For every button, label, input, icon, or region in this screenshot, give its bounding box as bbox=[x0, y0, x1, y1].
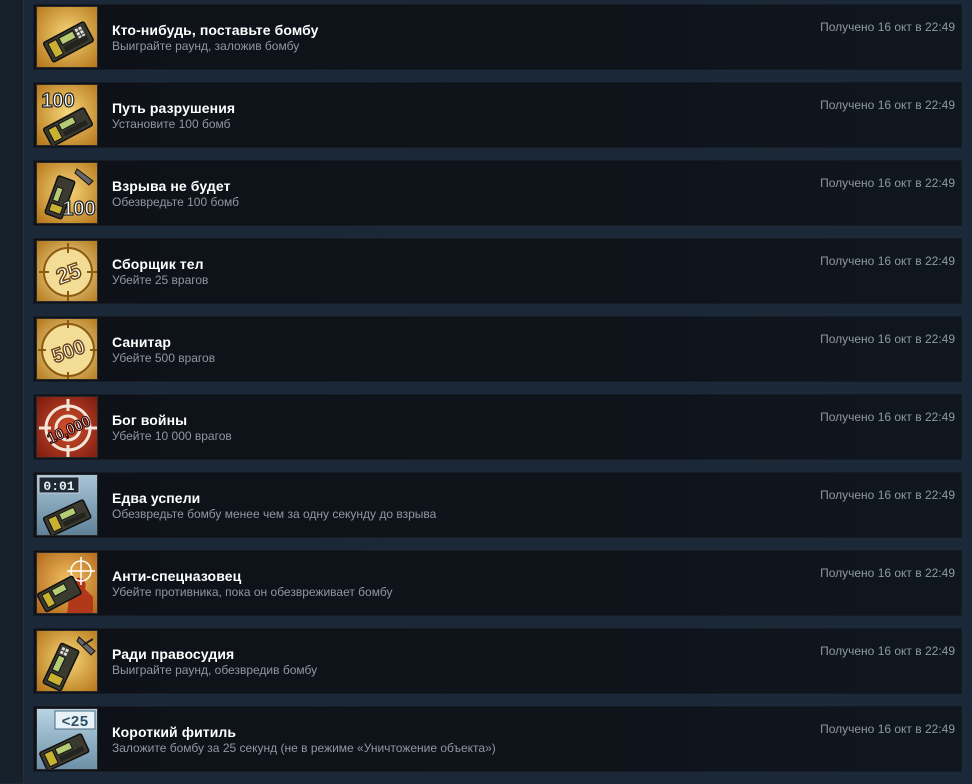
badge-label: 0:01 bbox=[43, 479, 74, 494]
achievement-title: Анти-спецназовец bbox=[112, 568, 242, 584]
achievement-title: Короткий фитиль bbox=[112, 724, 237, 740]
achievement-row[interactable]: Кто-нибудь, поставьте бомбу Выиграйте ра… bbox=[33, 4, 962, 70]
achievement-unlock-date: Получено 16 окт в 22:49 bbox=[820, 488, 955, 502]
achievement-unlock-date: Получено 16 окт в 22:49 bbox=[820, 98, 955, 112]
achievement-unlock-date: Получено 16 окт в 22:49 bbox=[820, 644, 955, 658]
achievements-page: Кто-нибудь, поставьте бомбу Выиграйте ра… bbox=[0, 0, 972, 783]
achievement-description: Убейте 500 врагов bbox=[112, 351, 216, 365]
left-rail bbox=[0, 0, 24, 783]
achievement-title: Бог войны bbox=[112, 412, 188, 428]
bomb-under-25-icon: <25 bbox=[36, 708, 98, 770]
bomb-100-defused-icon: 100 bbox=[36, 162, 98, 224]
achievement-description: Выиграйте раунд, обезвредив бомбу bbox=[112, 663, 318, 677]
achievement-description: Обезвредьте 100 бомб bbox=[112, 195, 240, 209]
achievement-row[interactable]: 0:01 Едва успели Обезвредьте бомбу менее… bbox=[33, 472, 962, 538]
achievement-row[interactable]: 100 Путь разрушения Установите 100 бомб … bbox=[33, 82, 962, 148]
target-10000-icon: 10,000 bbox=[36, 396, 98, 458]
achievement-title: Сборщик тел bbox=[112, 256, 204, 272]
bomb-plant-icon bbox=[36, 6, 98, 68]
target-500-icon: 500 bbox=[36, 318, 98, 380]
achievement-title: Ради правосудия bbox=[112, 646, 235, 662]
bomb-timer-icon: 0:01 bbox=[36, 474, 98, 536]
badge-label: <25 bbox=[61, 714, 88, 731]
achievement-title: Путь разрушения bbox=[112, 100, 236, 116]
achievement-row[interactable]: 100 Взрыва не будет Обезвредьте 100 бомб… bbox=[33, 160, 962, 226]
bomb-100-planted-icon: 100 bbox=[36, 84, 98, 146]
achievement-unlock-date: Получено 16 окт в 22:49 bbox=[820, 20, 955, 34]
achievement-description: Убейте противника, пока он обезвреживает… bbox=[112, 585, 393, 599]
achievement-description: Установите 100 бомб bbox=[112, 117, 231, 131]
achievement-row[interactable]: Анти-спецназовец Убейте противника, пока… bbox=[33, 550, 962, 616]
achievement-title: Кто-нибудь, поставьте бомбу bbox=[112, 22, 319, 38]
achievement-unlock-date: Получено 16 окт в 22:49 bbox=[820, 332, 955, 346]
achievement-unlock-date: Получено 16 окт в 22:49 bbox=[820, 566, 955, 580]
achievement-title: Едва успели bbox=[112, 490, 201, 506]
achievement-row[interactable]: <25 Короткий фитиль Заложите бомбу за 25… bbox=[33, 706, 962, 772]
achievement-row[interactable]: 25 Сборщик тел Убейте 25 врагов Получено… bbox=[33, 238, 962, 304]
achievement-unlock-date: Получено 16 окт в 22:49 bbox=[820, 410, 955, 424]
achievement-description: Обезвредьте бомбу менее чем за одну секу… bbox=[112, 507, 437, 521]
achievement-title: Санитар bbox=[112, 334, 172, 350]
target-25-icon: 25 bbox=[36, 240, 98, 302]
badge-label: 100 bbox=[41, 90, 74, 112]
achievement-description: Убейте 10 000 врагов bbox=[112, 429, 232, 443]
achievement-unlock-date: Получено 16 окт в 22:49 bbox=[820, 254, 955, 268]
achievement-title: Взрыва не будет bbox=[112, 178, 231, 194]
achievement-description: Выиграйте раунд, заложив бомбу bbox=[112, 39, 300, 53]
achievement-row[interactable]: Ради правосудия Выиграйте раунд, обезвре… bbox=[33, 628, 962, 694]
achievement-unlock-date: Получено 16 окт в 22:49 bbox=[820, 176, 955, 190]
achievement-list: Кто-нибудь, поставьте бомбу Выиграйте ра… bbox=[33, 4, 962, 784]
achievement-row[interactable]: 10,000 Бог войны Убейте 10 000 врагов По… bbox=[33, 394, 962, 460]
achievement-description: Убейте 25 врагов bbox=[112, 273, 209, 287]
badge-label: 100 bbox=[62, 198, 95, 220]
achievement-unlock-date: Получено 16 окт в 22:49 bbox=[820, 722, 955, 736]
bomb-crosshair-icon bbox=[36, 552, 98, 614]
achievement-row[interactable]: 500 Санитар Убейте 500 врагов Получено 1… bbox=[33, 316, 962, 382]
bomb-defuse-icon bbox=[36, 630, 98, 692]
achievement-description: Заложите бомбу за 25 секунд (не в режиме… bbox=[112, 741, 496, 755]
